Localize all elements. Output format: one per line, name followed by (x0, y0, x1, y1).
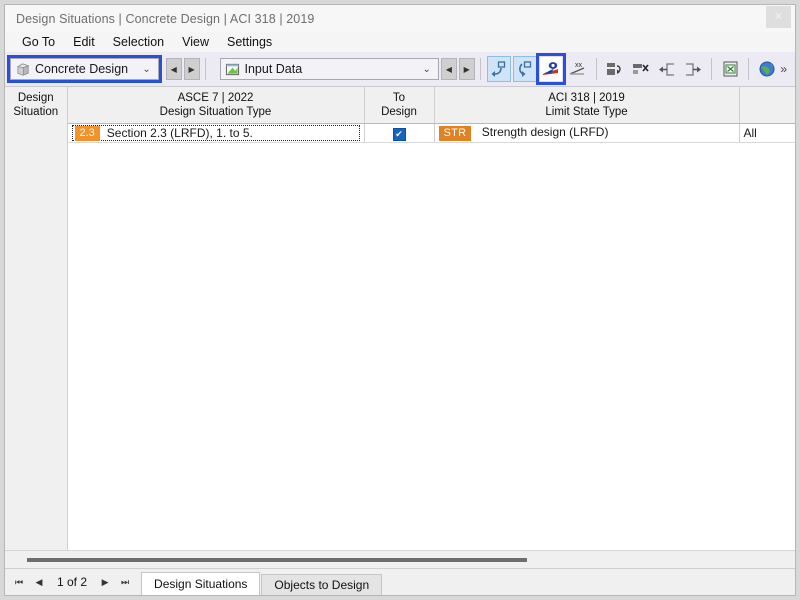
table-green-icon (221, 62, 240, 77)
row-header-filler (5, 117, 68, 550)
export-right-button[interactable] (681, 56, 705, 82)
column-header-design-situation-type[interactable]: ASCE 7 | 2022 Design Situation Type (67, 87, 365, 124)
limit-state-text: Strength design (LRFD) (481, 125, 609, 139)
table-area: Design Situation ASCE 7 | 2022 Design Si… (5, 87, 795, 550)
design-situations-table: Design Situation ASCE 7 | 2022 Design Si… (5, 87, 795, 143)
chevron-down-icon-2[interactable]: ⌄ (416, 64, 437, 75)
toolbar-separator-5 (748, 58, 750, 80)
type-badge: 2.3 (74, 125, 100, 141)
module-prev-button[interactable]: ◀ (165, 58, 182, 80)
last-record-button[interactable]: ⏭ (115, 572, 135, 592)
toolbar: Concrete Design ⌄ ◀ ▶ Input Data ⌄ ◀ ▶ x… (5, 52, 795, 87)
col-head-line2: for I (744, 105, 796, 119)
cell-design-situation-type[interactable]: 2.3 Section 2.3 (LRFD), 1. to 5. (67, 123, 365, 143)
excel-export-button[interactable] (718, 56, 742, 82)
toolbar-separator-2 (479, 58, 481, 80)
toolbar-separator-1 (204, 58, 206, 80)
cell-to-design[interactable]: ✔ (364, 123, 435, 143)
window-title: Design Situations | Concrete Design | AC… (16, 11, 315, 26)
record-pager: ⏮ ◀ 1 of 2 ▶ ⏭ (9, 569, 141, 595)
toolbar-overflow-button[interactable]: » (780, 62, 793, 76)
input-data-value: Input Data (244, 62, 303, 76)
design-module-value: Concrete Design (35, 62, 129, 76)
delete-row-button[interactable] (629, 56, 653, 82)
next-record-button[interactable]: ▶ (95, 572, 115, 592)
chevron-down-icon[interactable]: ⌄ (136, 64, 157, 75)
svg-text:xx: xx (575, 62, 583, 69)
col-head-line1: Design (17, 92, 54, 104)
column-header-to-design[interactable]: To Design (364, 87, 435, 124)
menu-item-go-to[interactable]: Go To (13, 34, 64, 51)
to-design-checkbox[interactable]: ✔ (392, 127, 406, 141)
import-left-button[interactable] (655, 56, 679, 82)
horizontal-scrollbar-thumb[interactable] (27, 557, 527, 562)
redo-arrow-button[interactable] (512, 56, 538, 82)
type-text: Section 2.3 (LRFD), 1. to 5. (106, 126, 253, 140)
record-counter: 1 of 2 (57, 575, 88, 589)
design-module-combobox[interactable]: Concrete Design ⌄ (7, 55, 162, 83)
col-head-line2: Limit State Type (545, 106, 628, 118)
title-bar: Design Situations | Concrete Design | AC… (5, 5, 795, 32)
table-header-row: Design Situation ASCE 7 | 2022 Design Si… (5, 87, 795, 124)
input-data-combobox[interactable]: Input Data ⌄ (220, 58, 439, 80)
formula-xx-button[interactable]: xx (565, 56, 589, 82)
menu-bar: Go To Edit Selection View Settings (5, 32, 795, 52)
col-head-line1: ACI 318 | 2019 (548, 92, 625, 104)
insert-row-button[interactable] (603, 56, 627, 82)
table-prev-button[interactable]: ◀ (440, 58, 457, 80)
col-head-line1: To (392, 92, 406, 104)
tab-objects-to-design[interactable]: Objects to Design (261, 574, 383, 595)
column-header-limit-state-type[interactable]: ACI 318 | 2019 Limit State Type (434, 87, 740, 124)
module-next-button[interactable]: ▶ (183, 58, 200, 80)
close-icon[interactable]: ✕ (766, 6, 791, 28)
table-next-button[interactable]: ▶ (458, 58, 475, 80)
first-record-button[interactable]: ⏮ (9, 572, 29, 592)
cell-consider[interactable]: All (739, 123, 795, 143)
menu-item-selection[interactable]: Selection (104, 34, 173, 51)
horizontal-scrollbar[interactable] (5, 550, 795, 568)
menu-item-view[interactable]: View (173, 34, 218, 51)
limit-state-badge: STR (438, 126, 472, 141)
block-3d-icon (11, 62, 31, 77)
col-head-line1: Con (744, 91, 796, 105)
toolbar-separator-4 (711, 58, 712, 80)
globe-settings-button[interactable] (755, 56, 779, 82)
selected-cell-content: 2.3 Section 2.3 (LRFD), 1. to 5. (71, 125, 360, 141)
menu-item-settings[interactable]: Settings (218, 34, 281, 51)
col-head-line2: Design Situation Type (159, 106, 272, 118)
application-window: Design Situations | Concrete Design | AC… (4, 4, 796, 596)
toolbar-separator-3 (595, 58, 597, 80)
menu-item-edit[interactable]: Edit (64, 34, 104, 51)
show-hide-eye-button[interactable] (536, 53, 567, 85)
col-head-line2: Design (381, 106, 417, 118)
status-bar: ⏮ ◀ 1 of 2 ▶ ⏭ Design Situations Objects… (5, 568, 795, 595)
cell-limit-state-type[interactable]: STR Strength design (LRFD) (434, 123, 740, 143)
column-header-consider[interactable]: Con for I (739, 87, 795, 124)
col-head-line1: ASCE 7 | 2022 (177, 92, 254, 104)
undo-arrow-button[interactable] (486, 56, 511, 82)
tab-design-situations[interactable]: Design Situations (141, 572, 261, 595)
table-row[interactable]: DS1 2.3 Section 2.3 (LRFD), 1. to 5. ✔ S… (5, 123, 795, 143)
previous-record-button[interactable]: ◀ (29, 572, 49, 592)
